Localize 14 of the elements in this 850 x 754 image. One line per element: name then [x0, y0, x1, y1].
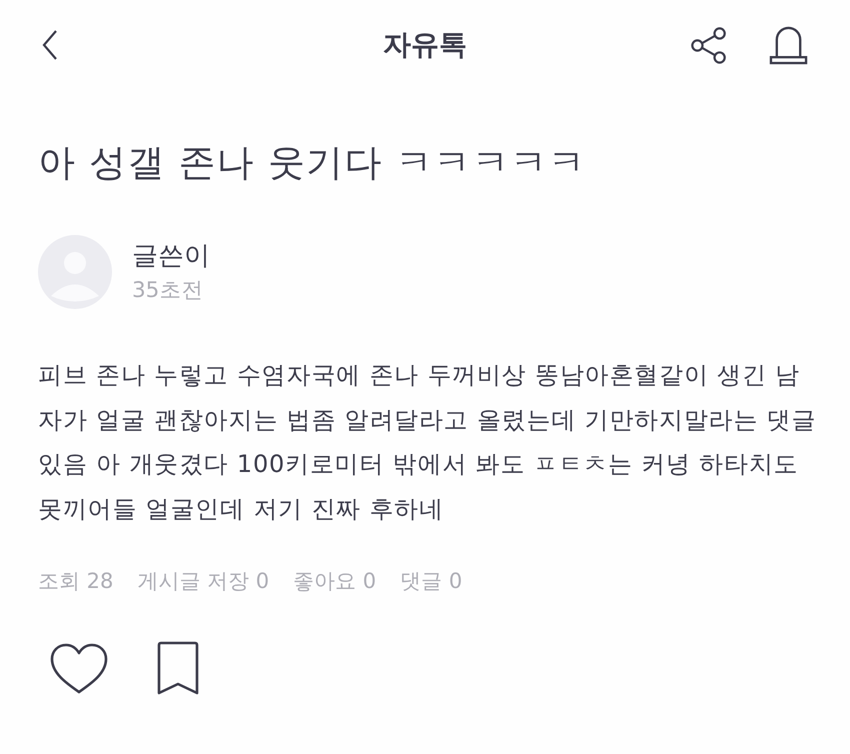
- post-stat: 댓글 0: [400, 568, 462, 595]
- post-body: 피브 존나 누렇고 수염자국에 존나 두꺼비상 똥남아혼혈같이 생긴 남자가 얼굴 괜찮아지는 법좀 알려달라고 올렸는데 기만하지말라는 댓글 있음 아 개웃겼다 100키로미터 밖에서 봐도 ㅍㅌㅊ는 커녕 하타치도 못끼어들 얼굴인데 저기 진짜 후하네: [38, 360, 818, 524]
- post-stat: 게시글 저장 0: [137, 568, 270, 595]
- page-title: 자유톡: [383, 27, 467, 63]
- post-stat: 좋아요 0: [293, 568, 376, 595]
- siren-icon[interactable]: [769, 24, 808, 66]
- post-stat: 조회 28: [38, 568, 114, 595]
- post-time: 35초전: [132, 278, 204, 304]
- back-icon[interactable]: [42, 30, 58, 60]
- post-title: 아 성갤 존나 웃기다 ㅋㅋㅋㅋㅋ: [38, 140, 588, 186]
- share-icon[interactable]: [690, 26, 727, 64]
- bookmark-icon[interactable]: [157, 641, 199, 696]
- author-name: 글쓴이: [132, 240, 210, 272]
- heart-icon[interactable]: [50, 642, 108, 694]
